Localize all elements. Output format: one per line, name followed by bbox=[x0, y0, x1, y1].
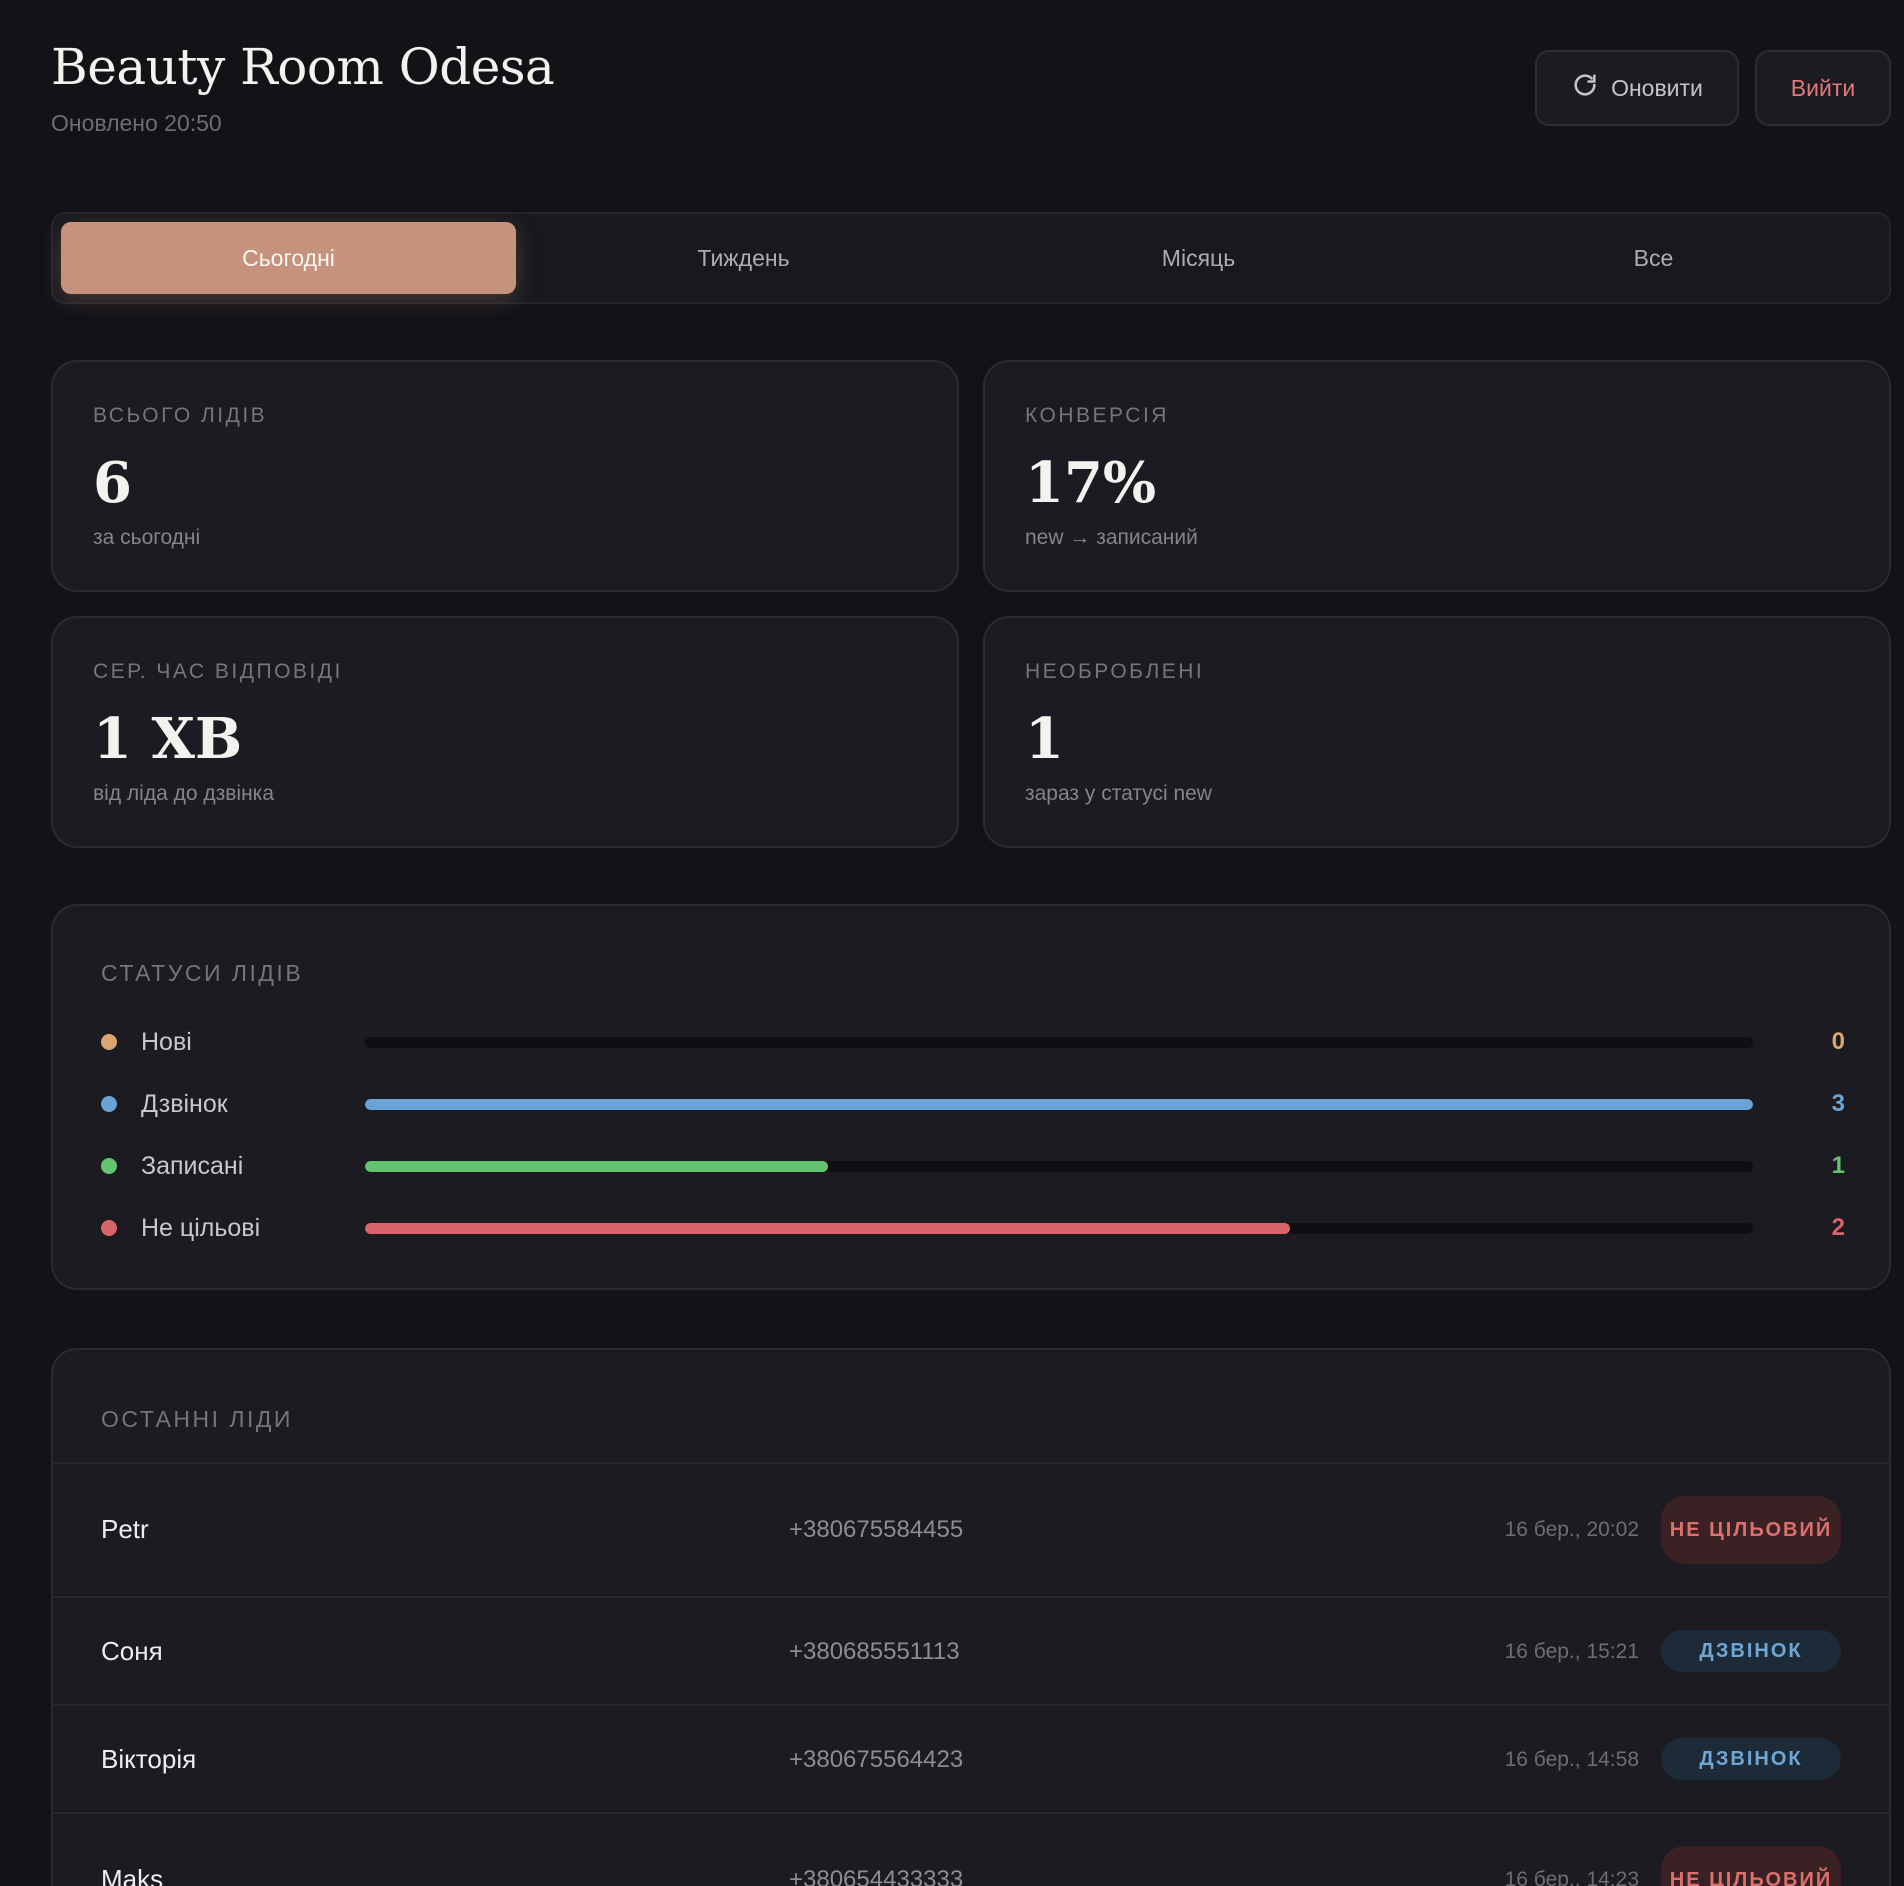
status-bar-track bbox=[365, 1098, 1753, 1110]
status-row-call: Дзвінок 3 bbox=[101, 1084, 1845, 1124]
lead-phone[interactable]: +380675564423 bbox=[789, 1746, 963, 1774]
lead-phone[interactable]: +380685551113 bbox=[789, 1638, 960, 1666]
kpi-label: КОНВЕРСІЯ bbox=[1025, 404, 1169, 427]
refresh-label: Оновити bbox=[1611, 74, 1703, 101]
status-count: 1 bbox=[1831, 1152, 1845, 1179]
status-label: Записані bbox=[141, 1151, 244, 1180]
tab-today[interactable]: Сьогодні bbox=[61, 222, 516, 294]
lead-name: Вікторія bbox=[101, 1744, 197, 1774]
logout-label: Вийти bbox=[1790, 74, 1856, 101]
kpi-label: НЕОБРОБЛЕНІ bbox=[1025, 660, 1205, 683]
app-title: Beauty Room Odesa bbox=[51, 38, 555, 96]
status-label: Нові bbox=[141, 1027, 192, 1056]
status-bar-fill bbox=[365, 1160, 828, 1172]
status-count: 0 bbox=[1831, 1028, 1845, 1055]
lead-name: Maks bbox=[101, 1864, 164, 1886]
refresh-button[interactable]: Оновити bbox=[1535, 50, 1739, 126]
lead-status-badge: НЕ ЦІЛЬОВИЙ bbox=[1661, 1846, 1841, 1886]
status-row-booked: Записані 1 bbox=[101, 1146, 1845, 1186]
lead-name: Соня bbox=[101, 1636, 163, 1666]
lead-date: 16 бер., 14:58 bbox=[1504, 1748, 1639, 1771]
status-bar-track bbox=[365, 1160, 1753, 1172]
tab-all[interactable]: Все bbox=[1426, 222, 1881, 294]
lead-status-badge: ДЗВІНОК bbox=[1661, 1738, 1841, 1780]
lead-name: Petr bbox=[101, 1514, 149, 1544]
lead-statuses-panel: СТАТУСИ ЛІДІВ Нові 0 Дзвінок 3 Записані … bbox=[51, 904, 1891, 1290]
kpi-subtitle: зараз у статусі new bbox=[1025, 782, 1212, 805]
recent-leads-title: ОСТАННІ ЛІДИ bbox=[101, 1406, 293, 1432]
kpi-label: СЕР. ЧАС ВІДПОВІДІ bbox=[93, 660, 343, 683]
kpi-value: 1 ХВ bbox=[93, 706, 243, 772]
lead-date: 16 бер., 14:23 bbox=[1504, 1868, 1639, 1886]
status-label: Не цільові bbox=[141, 1213, 261, 1242]
kpi-total-leads: ВСЬОГО ЛІДІВ 6 за сьогодні bbox=[51, 360, 959, 592]
kpi-subtitle: new → записаний bbox=[1025, 526, 1198, 549]
statuses-title: СТАТУСИ ЛІДІВ bbox=[101, 960, 304, 986]
dashboard-page: Beauty Room Odesa Оновлено 20:50 Оновити… bbox=[0, 0, 1904, 1886]
recent-leads-panel: ОСТАННІ ЛІДИ Petr +380675584455 16 бер.,… bbox=[51, 1348, 1891, 1886]
lead-date: 16 бер., 20:02 bbox=[1504, 1518, 1639, 1541]
refresh-icon bbox=[1571, 71, 1599, 105]
kpi-label: ВСЬОГО ЛІДІВ bbox=[93, 404, 268, 427]
lead-row[interactable]: Maks +380654433333 16 бер., 14:23 НЕ ЦІЛ… bbox=[53, 1812, 1889, 1886]
kpi-value: 1 bbox=[1025, 706, 1064, 772]
status-bar-track bbox=[365, 1222, 1753, 1234]
kpi-conversion: КОНВЕРСІЯ 17% new → записаний bbox=[983, 360, 1891, 592]
status-bar-track bbox=[365, 1036, 1753, 1048]
status-dot bbox=[101, 1034, 117, 1050]
lead-date: 16 бер., 15:21 bbox=[1504, 1640, 1639, 1663]
status-count: 2 bbox=[1831, 1214, 1845, 1241]
period-tabs: Сьогодні Тиждень Місяць Все bbox=[51, 212, 1891, 304]
lead-status-badge: НЕ ЦІЛЬОВИЙ bbox=[1661, 1496, 1841, 1564]
kpi-subtitle: від ліда до дзвінка bbox=[93, 782, 274, 805]
lead-phone[interactable]: +380675584455 bbox=[789, 1516, 963, 1544]
lead-status-badge: ДЗВІНОК bbox=[1661, 1630, 1841, 1672]
status-bar-fill bbox=[365, 1098, 1753, 1110]
status-dot bbox=[101, 1158, 117, 1174]
status-row-new: Нові 0 bbox=[101, 1022, 1845, 1062]
lead-row[interactable]: Petr +380675584455 16 бер., 20:02 НЕ ЦІЛ… bbox=[53, 1462, 1889, 1596]
status-count: 3 bbox=[1831, 1090, 1845, 1117]
kpi-subtitle: за сьогодні bbox=[93, 526, 201, 549]
kpi-avg-response: СЕР. ЧАС ВІДПОВІДІ 1 ХВ від ліда до дзві… bbox=[51, 616, 959, 848]
status-dot bbox=[101, 1220, 117, 1236]
lead-row[interactable]: Вікторія +380675564423 16 бер., 14:58 ДЗ… bbox=[53, 1704, 1889, 1812]
updated-time: Оновлено 20:50 bbox=[51, 110, 222, 136]
tab-month[interactable]: Місяць bbox=[971, 222, 1426, 294]
status-row-not-target: Не цільові 2 bbox=[101, 1208, 1845, 1248]
kpi-value: 6 bbox=[93, 450, 132, 516]
status-bar-fill bbox=[365, 1222, 1291, 1234]
lead-row[interactable]: Соня +380685551113 16 бер., 15:21 ДЗВІНО… bbox=[53, 1596, 1889, 1704]
kpi-unprocessed: НЕОБРОБЛЕНІ 1 зараз у статусі new bbox=[983, 616, 1891, 848]
kpi-value: 17% bbox=[1025, 450, 1157, 516]
status-label: Дзвінок bbox=[141, 1089, 228, 1118]
status-dot bbox=[101, 1096, 117, 1112]
tab-week[interactable]: Тиждень bbox=[516, 222, 971, 294]
logout-button[interactable]: Вийти bbox=[1755, 50, 1891, 126]
lead-phone[interactable]: +380654433333 bbox=[789, 1866, 963, 1886]
